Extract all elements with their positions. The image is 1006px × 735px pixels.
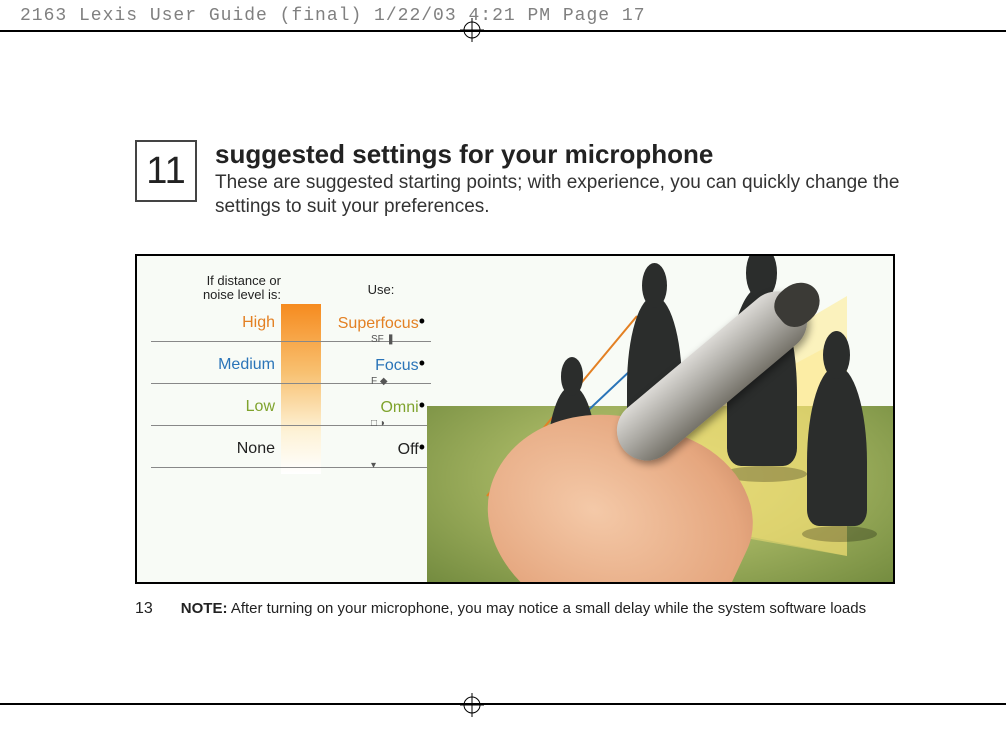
table-row: Medium Focus• xyxy=(151,346,431,384)
print-header: 2163 Lexis User Guide (final) 1/22/03 4:… xyxy=(20,6,646,26)
settings-diagram: If distance or noise level is: Use: High… xyxy=(135,254,895,584)
section-subtitle: These are suggested starting points; wit… xyxy=(215,171,946,220)
mode-label: Focus• xyxy=(281,354,431,375)
registration-mark-bottom-icon xyxy=(460,693,484,717)
illustration-scene xyxy=(427,256,895,584)
mode-icon-omni: □ ◗ xyxy=(371,418,386,429)
col-header-distance: If distance or noise level is: xyxy=(151,274,281,303)
crop-line-bottom xyxy=(0,703,1006,705)
person-silhouette-icon xyxy=(807,366,867,526)
section-number-box: 11 xyxy=(135,140,197,202)
registration-mark-top-icon xyxy=(460,18,484,42)
level-label: None xyxy=(151,440,281,458)
section-header: 11 suggested settings for your microphon… xyxy=(135,140,946,220)
microphone-hand-icon xyxy=(487,416,807,584)
crop-line-top xyxy=(0,30,1006,32)
table-row: Low Omni• xyxy=(151,388,431,426)
level-label: High xyxy=(151,314,281,332)
col-header-use: Use: xyxy=(331,282,431,297)
level-label: Medium xyxy=(151,356,281,374)
table-row: None Off• xyxy=(151,430,431,468)
mode-label: Omni• xyxy=(281,396,431,417)
mode-icon-sf: SF ❚ xyxy=(371,334,395,345)
level-label: Low xyxy=(151,398,281,416)
note-text: NOTE: After turning on your microphone, … xyxy=(181,600,866,618)
page-number: 13 xyxy=(135,600,153,618)
mode-label: Superfocus• xyxy=(281,312,431,333)
footnote: 13 NOTE: After turning on your microphon… xyxy=(135,600,895,618)
mode-label: Off• xyxy=(281,438,431,459)
mode-icon-off: ▾ xyxy=(371,460,376,471)
section-title: suggested settings for your microphone xyxy=(215,140,946,169)
mode-icon-f: F ◆ xyxy=(371,376,388,387)
